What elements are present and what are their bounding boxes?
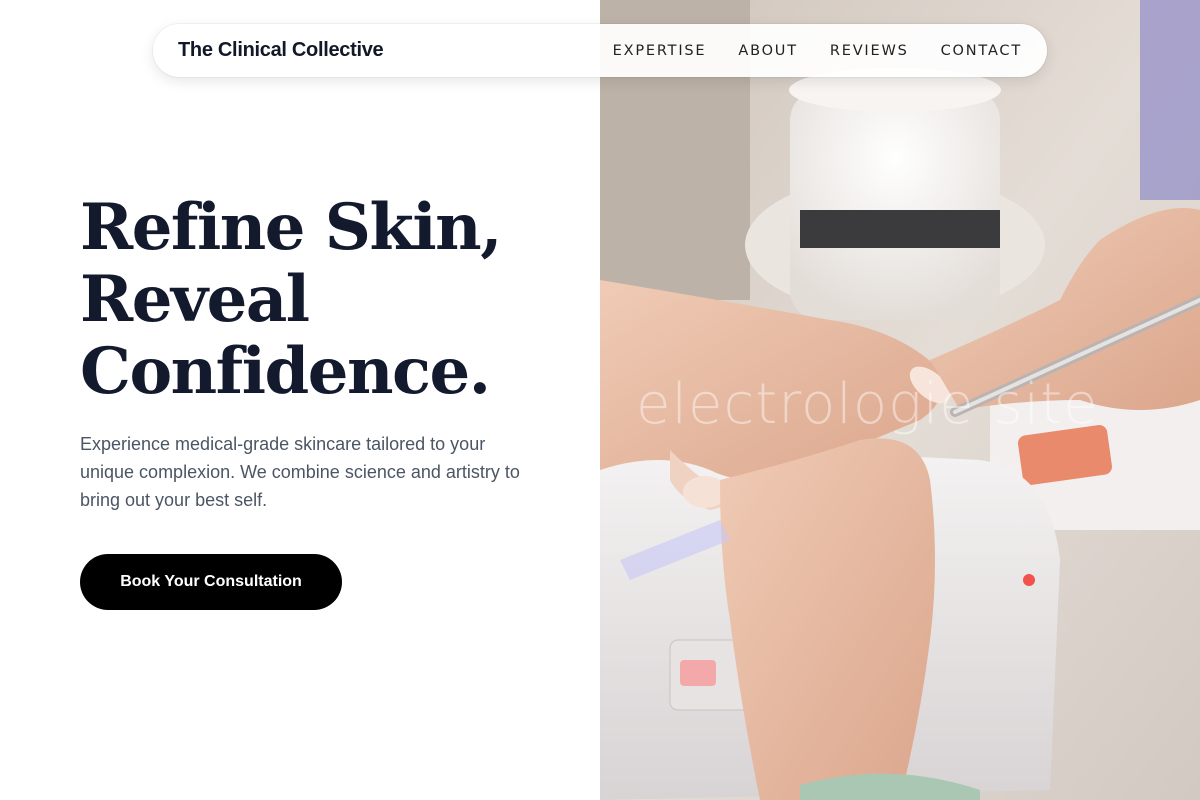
landing-page: electrologie site The Clinical Collectiv… — [0, 0, 1200, 800]
hero-image: electrologie site — [600, 0, 1200, 800]
nav-link-reviews[interactable]: REVIEWS — [830, 43, 909, 59]
nav-links: EXPERTISE ABOUT REVIEWS CONTACT — [613, 43, 1022, 59]
book-consultation-button[interactable]: Book Your Consultation — [80, 554, 342, 610]
nav-link-contact[interactable]: CONTACT — [941, 43, 1022, 59]
nav-link-expertise[interactable]: EXPERTISE — [613, 43, 707, 59]
hero-subtitle: Experience medical-grade skincare tailor… — [80, 434, 520, 510]
nav-link-about[interactable]: ABOUT — [738, 43, 798, 59]
brand-logo-text[interactable]: The Clinical Collective — [178, 39, 384, 62]
hero-title-line-2: Reveal — [80, 262, 310, 337]
top-navbar: The Clinical Collective EXPERTISE ABOUT … — [153, 24, 1047, 77]
hero-title-line-1: Refine Skin, — [80, 190, 502, 265]
hero-title: Refine Skin, Reveal Confidence. — [80, 192, 580, 408]
hero-title-line-3: Confidence. — [80, 334, 491, 409]
image-watermark: electrologie site — [636, 372, 1099, 437]
